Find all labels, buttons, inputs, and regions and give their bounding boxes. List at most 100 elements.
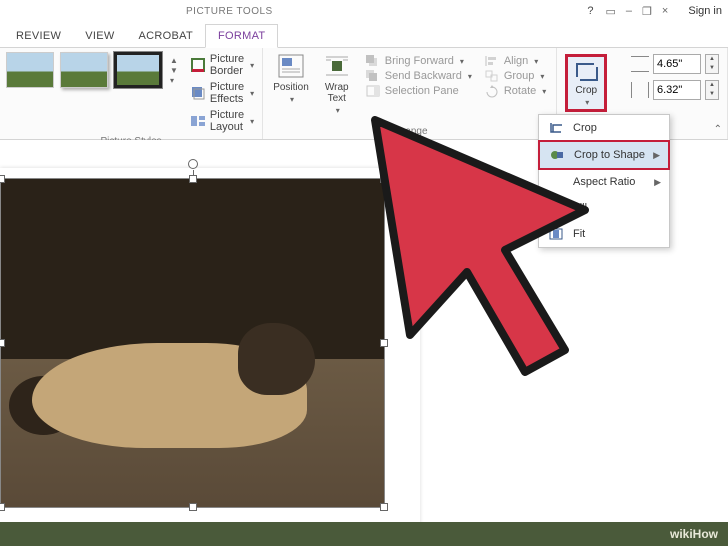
dropdown-icon: ▾ (468, 72, 472, 81)
gallery-up-icon[interactable]: ▲ (170, 56, 178, 65)
crop-button[interactable]: Crop ▾ (565, 54, 607, 112)
position-label: Position (273, 82, 309, 93)
group-button[interactable]: Group ▾ (484, 69, 546, 83)
dropdown-icon: ▾ (250, 89, 254, 98)
minimize-icon[interactable]: – (626, 5, 632, 17)
wrap-text-label: Wrap Text (325, 82, 349, 104)
crop-to-shape-icon (548, 147, 566, 163)
submenu-arrow-icon: ▶ (653, 150, 660, 161)
picture-layout-icon (190, 113, 206, 129)
resize-handle[interactable] (0, 503, 5, 511)
picture-style-thumb[interactable] (114, 52, 162, 88)
help-icon[interactable]: ? (587, 5, 593, 17)
picture-effects-label: Picture Effects (210, 81, 244, 105)
resize-handle[interactable] (380, 339, 388, 347)
rotate-icon (484, 84, 500, 98)
dropdown-icon: ▾ (542, 87, 546, 96)
sign-in-link[interactable]: Sign in (688, 5, 722, 17)
position-button[interactable]: Position ▾ (269, 52, 313, 104)
restore-icon[interactable]: ❐ (642, 5, 652, 18)
crop-label: Crop (575, 85, 597, 96)
align-icon (484, 54, 500, 68)
fit-icon (547, 226, 565, 242)
tab-format[interactable]: FORMAT (205, 24, 278, 48)
picture-border-icon (190, 57, 206, 73)
submenu-arrow-icon: ▶ (654, 177, 661, 188)
ribbon-tabs: REVIEW VIEW ACROBAT FORMAT (0, 22, 728, 48)
resize-handle[interactable] (189, 503, 197, 511)
selected-picture[interactable] (0, 178, 385, 508)
picture-effects-icon (190, 85, 206, 101)
height-input[interactable] (653, 54, 701, 74)
height-spinner[interactable]: ▲▼ (705, 54, 719, 74)
dropdown-icon: ▾ (290, 95, 294, 104)
selection-pane-button[interactable]: Selection Pane (365, 84, 472, 98)
align-button[interactable]: Align ▾ (484, 54, 546, 68)
aspect-ratio-icon (547, 174, 565, 190)
watermark-strip: wikiHow (0, 522, 728, 546)
crop-menu-fit[interactable]: Fit (539, 221, 669, 247)
picture-layout-label: Picture Layout (210, 109, 244, 133)
rotate-button[interactable]: Rotate ▾ (484, 84, 546, 98)
position-icon (275, 52, 307, 80)
crop-menu-fill[interactable]: Fill (539, 195, 669, 221)
picture-style-thumb[interactable] (60, 52, 108, 88)
crop-menu-crop-to-shape[interactable]: Crop to Shape ▶ (538, 140, 670, 170)
crop-dropdown-menu: Crop Crop to Shape ▶ Aspect Ratio ▶ Fill… (538, 114, 670, 248)
dropdown-icon: ▾ (540, 72, 544, 81)
resize-handle[interactable] (380, 175, 388, 183)
dropdown-icon: ▾ (250, 61, 254, 70)
tab-view[interactable]: VIEW (73, 25, 126, 47)
align-label: Align (504, 55, 528, 67)
width-spinner[interactable]: ▲▼ (705, 80, 719, 100)
send-backward-button[interactable]: Send Backward ▾ (365, 69, 472, 83)
height-icon (631, 56, 649, 72)
rotate-label: Rotate (504, 85, 536, 97)
dropdown-icon: ▾ (534, 57, 538, 66)
dropdown-icon: ▾ (250, 117, 254, 126)
send-backward-icon (365, 69, 381, 83)
crop-menu-aspect-ratio[interactable]: Aspect Ratio ▶ (539, 169, 669, 195)
picture-effects-button[interactable]: Picture Effects ▾ (188, 80, 256, 106)
tab-acrobat[interactable]: ACROBAT (127, 25, 205, 47)
width-icon (631, 82, 649, 98)
width-input[interactable] (653, 80, 701, 100)
wrap-text-button[interactable]: Wrap Text ▾ (317, 52, 357, 115)
picture-content (1, 179, 384, 507)
close-icon[interactable]: × (662, 5, 668, 17)
context-tab-label: PICTURE TOOLS (186, 6, 273, 17)
group-label: Group (504, 70, 535, 82)
crop-menu-fill-label: Fill (573, 202, 587, 214)
crop-menu-crop[interactable]: Crop (539, 115, 669, 141)
picture-style-thumb[interactable] (6, 52, 54, 88)
picture-border-button[interactable]: Picture Border ▾ (188, 52, 256, 78)
title-bar: PICTURE TOOLS ? ▭ – ❐ × Sign in (0, 0, 728, 22)
wrap-text-icon (321, 52, 353, 80)
send-backward-label: Send Backward (385, 70, 462, 82)
resize-handle[interactable] (189, 175, 197, 183)
selection-pane-icon (365, 84, 381, 98)
gallery-more-icon[interactable]: ▾ (170, 76, 178, 85)
rotation-handle[interactable] (188, 159, 198, 169)
crop-icon (574, 59, 598, 83)
picture-border-label: Picture Border (210, 53, 244, 77)
crop-menu-shape-label: Crop to Shape (574, 149, 645, 161)
crop-menu-crop-label: Crop (573, 122, 597, 134)
gallery-down-icon[interactable]: ▼ (170, 66, 178, 75)
crop-icon (547, 120, 565, 136)
selection-pane-label: Selection Pane (385, 85, 459, 97)
bring-forward-button[interactable]: Bring Forward ▾ (365, 54, 472, 68)
collapse-ribbon-icon[interactable]: ⌃ (714, 124, 722, 135)
resize-handle[interactable] (0, 339, 5, 347)
dropdown-icon: ▾ (585, 98, 589, 107)
bring-forward-label: Bring Forward (385, 55, 454, 67)
tab-review[interactable]: REVIEW (4, 25, 73, 47)
bring-forward-icon (365, 54, 381, 68)
picture-layout-button[interactable]: Picture Layout ▾ (188, 108, 256, 134)
resize-handle[interactable] (0, 175, 5, 183)
crop-menu-aspect-label: Aspect Ratio (573, 176, 635, 188)
resize-handle[interactable] (380, 503, 388, 511)
dropdown-icon: ▾ (336, 106, 340, 115)
group-label-arrange: Arrange (269, 124, 550, 137)
ribbon-options-icon[interactable]: ▭ (606, 5, 616, 18)
